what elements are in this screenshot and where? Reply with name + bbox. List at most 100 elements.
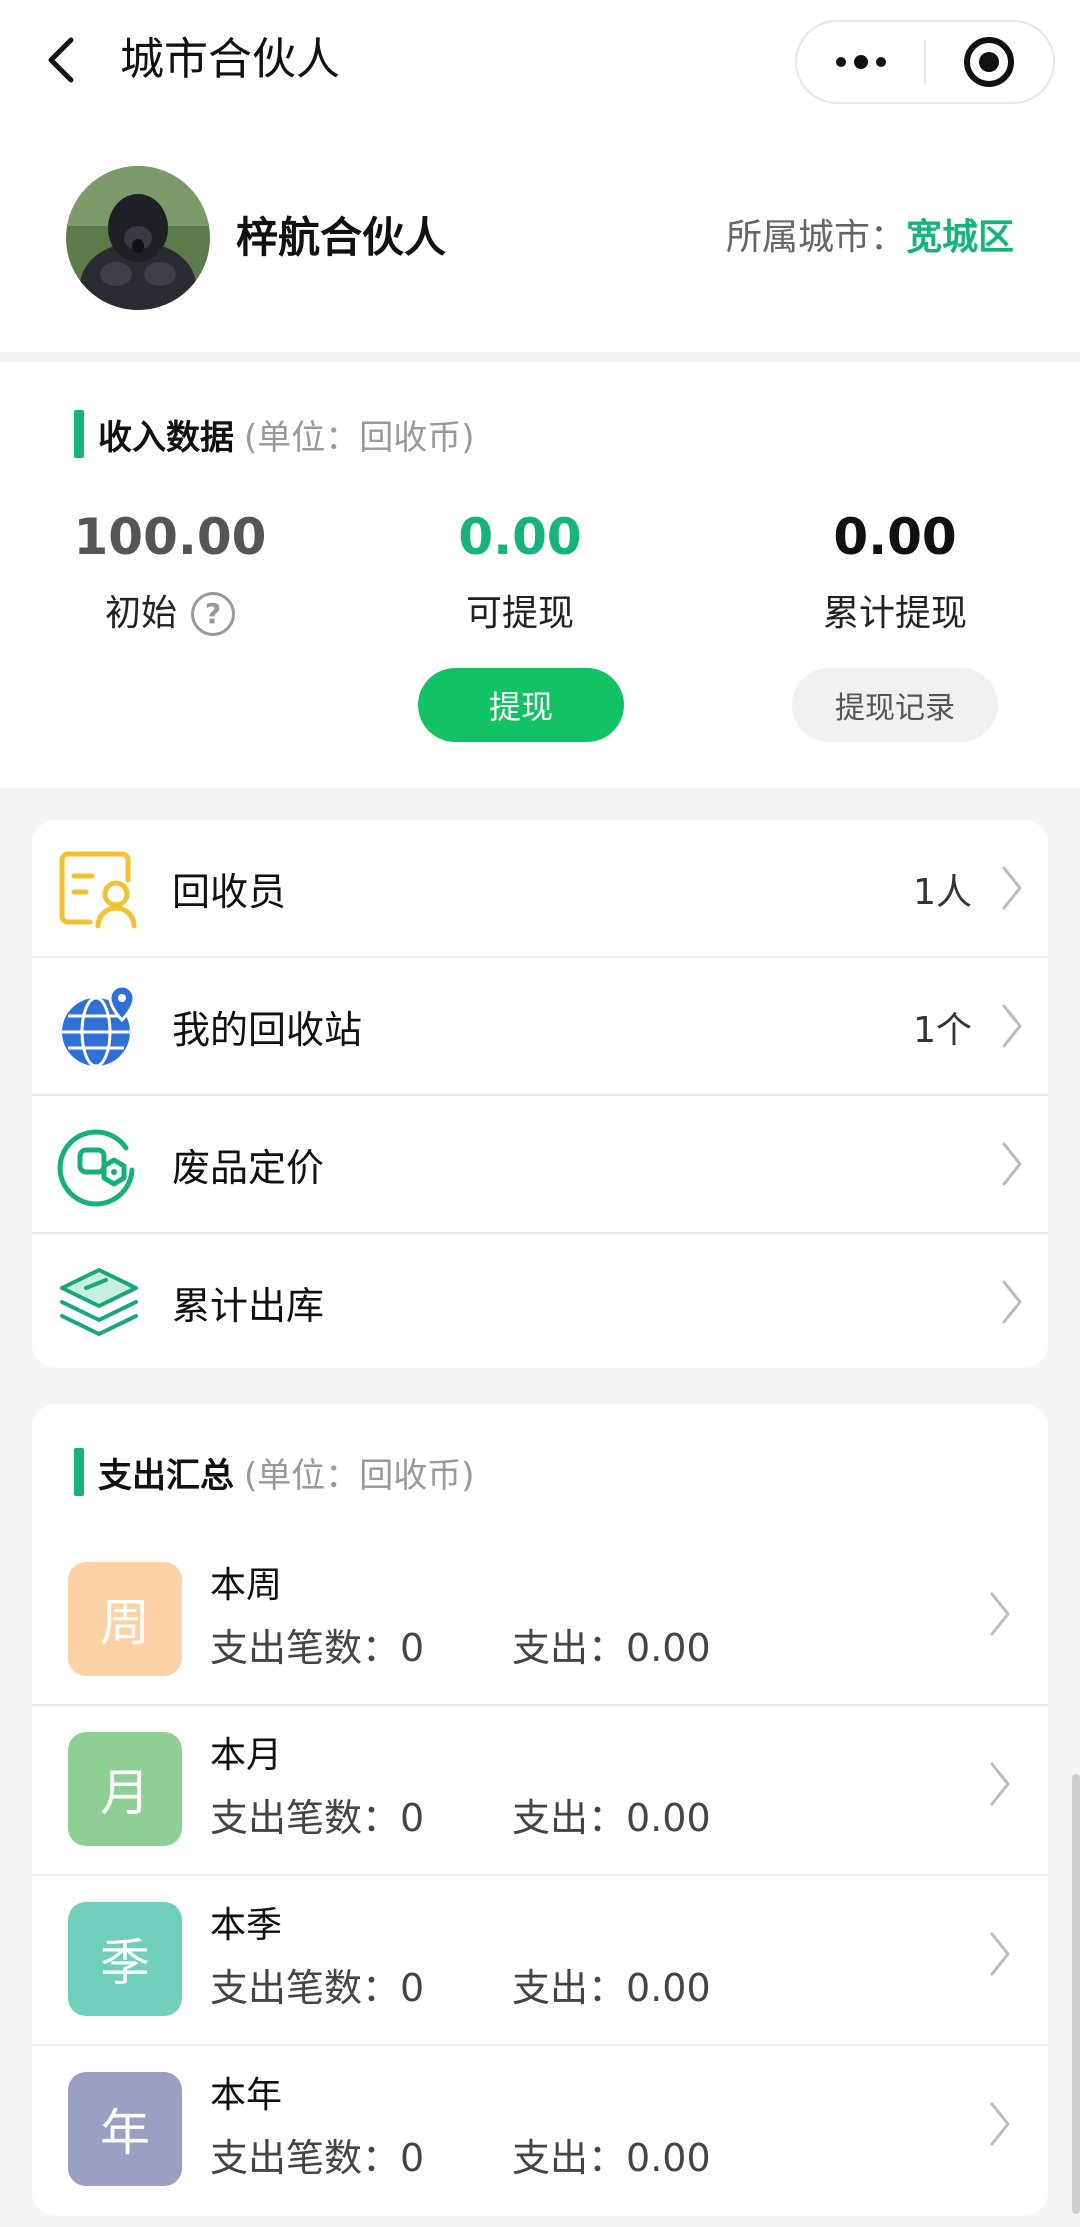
recycler-id-card-icon (59, 851, 137, 929)
income-title: 收入数据 (98, 417, 234, 458)
month-badge: 月 (68, 1732, 182, 1846)
expense-section-title: 支出汇总 (单位：回收币) (74, 1444, 475, 1500)
menu-item-label: 我的回收站 (172, 1008, 363, 1052)
partner-name: 梓航合伙人 (236, 213, 447, 262)
year-badge: 年 (68, 2072, 182, 2186)
expense-count-value: 0 (400, 1796, 425, 1840)
expense-row-title: 本年 (210, 2075, 283, 2116)
chevron-right-icon (990, 1762, 1010, 1806)
stat-withdrawable: 0.00 可提现 (410, 502, 630, 644)
nav-bar: 城市合伙人 (0, 0, 1080, 124)
initial-value: 100.00 (73, 508, 267, 566)
profile-header: 梓航合伙人 所属城市：宽城区 (0, 124, 1080, 352)
expense-row-quarter[interactable]: 季 本季 支出笔数：0 支出：0.00 (32, 1882, 1048, 2052)
stacked-layers-icon (60, 1268, 138, 1336)
chevron-right-icon (990, 2102, 1010, 2146)
expense-amount-value: 0.00 (626, 2136, 711, 2180)
expense-divider (32, 1704, 1048, 1706)
title-accent-bar (74, 1448, 84, 1496)
expense-amount: 支出：0.00 (512, 1790, 711, 1846)
chevron-right-icon (1002, 1280, 1022, 1324)
back-button[interactable] (38, 30, 82, 90)
initial-label-row: 初始 ? (60, 584, 280, 644)
chevron-right-icon (990, 1592, 1010, 1636)
avatar (66, 166, 210, 310)
withdrawable-label: 可提现 (465, 593, 574, 634)
menu-item-count: 1个 (913, 1009, 972, 1051)
expense-row-year[interactable]: 年 本年 支出笔数：0 支出：0.00 (32, 2052, 1048, 2216)
more-button[interactable] (797, 20, 924, 104)
expense-amount: 支出：0.00 (512, 2130, 711, 2186)
menu-item-recyclers[interactable]: 回收员 1人 (32, 820, 1048, 957)
expense-summary-card: 支出汇总 (单位：回收币) 周 本周 支出笔数：0 支出：0.00 月 本月 支… (32, 1404, 1048, 2216)
expense-row-title: 本季 (210, 1905, 283, 1946)
expense-count: 支出笔数：0 (210, 1960, 424, 2016)
price-tag-icon (57, 1129, 135, 1207)
expense-unit: (单位：回收币) (244, 1455, 475, 1496)
total-withdrawn-value: 0.00 (833, 508, 957, 566)
chevron-right-icon (1002, 1142, 1022, 1186)
expense-count: 支出笔数：0 (210, 2130, 424, 2186)
income-section-title: 收入数据 (单位：回收币) (74, 406, 475, 462)
expense-count: 支出笔数：0 (210, 1790, 424, 1846)
withdraw-record-button[interactable]: 提现记录 (792, 668, 998, 742)
menu-item-label: 废品定价 (172, 1146, 325, 1190)
menu-item-my-stations[interactable]: 我的回收站 1个 (32, 958, 1048, 1095)
withdrawable-value: 0.00 (458, 508, 582, 566)
expense-count-label: 支出笔数： (210, 1966, 401, 2010)
more-dots-icon (835, 55, 886, 69)
income-unit: (单位：回收币) (244, 417, 475, 458)
menu-item-total-outbound[interactable]: 累计出库 (32, 1234, 1048, 1368)
expense-count-value: 0 (400, 2136, 425, 2180)
chevron-left-icon (48, 37, 74, 83)
expense-row-title: 本周 (210, 1565, 283, 1606)
target-circle-icon (964, 37, 1015, 87)
city-value: 宽城区 (905, 217, 1014, 258)
stat-total-withdrawn: 0.00 累计提现 (775, 502, 1015, 644)
income-section: 收入数据 (单位：回收币) 100.00 初始 ? 0.00 可提现 0.00 … (0, 362, 1080, 788)
menu-item-label: 回收员 (172, 870, 287, 914)
withdraw-button[interactable]: 提现 (418, 668, 624, 742)
menu-card: 回收员 1人 我的回收站 1个 废品定价 累计出库 (32, 820, 1048, 1368)
close-mini-program-button[interactable] (926, 20, 1053, 104)
mini-program-capsule (795, 20, 1055, 104)
expense-count: 支出笔数：0 (210, 1620, 424, 1676)
expense-row-title: 本月 (210, 1735, 283, 1776)
expense-amount-label: 支出： (512, 1966, 627, 2010)
menu-item-count: 1人 (913, 871, 972, 913)
chevron-right-icon (990, 1932, 1010, 1976)
page-title: 城市合伙人 (120, 34, 340, 85)
expense-row-month[interactable]: 月 本月 支出笔数：0 支出：0.00 (32, 1712, 1048, 1882)
scrollbar-thumb[interactable] (1072, 1774, 1080, 2214)
chevron-right-icon (1002, 866, 1022, 910)
expense-amount-value: 0.00 (626, 1966, 711, 2010)
city-info: 所属城市：宽城区 (726, 208, 1014, 268)
help-icon[interactable]: ? (191, 592, 235, 636)
initial-label: 初始 (104, 593, 177, 634)
total-withdrawn-label: 累计提现 (822, 593, 967, 634)
expense-amount-label: 支出： (512, 2136, 627, 2180)
expense-amount: 支出：0.00 (512, 1620, 711, 1676)
title-accent-bar (74, 410, 84, 458)
chevron-right-icon (1002, 1004, 1022, 1048)
expense-count-value: 0 (400, 1626, 425, 1670)
expense-count-label: 支出笔数： (210, 1626, 401, 1670)
city-label: 所属城市： (725, 217, 906, 258)
expense-row-week[interactable]: 周 本周 支出笔数：0 支出：0.00 (32, 1542, 1048, 1712)
expense-count-label: 支出笔数： (210, 1796, 401, 1840)
globe-pin-icon (62, 984, 136, 1068)
expense-title: 支出汇总 (98, 1455, 234, 1496)
quarter-badge: 季 (68, 1902, 182, 2016)
expense-amount-value: 0.00 (626, 1626, 711, 1670)
stat-initial: 100.00 初始 ? (60, 502, 280, 644)
expense-count-value: 0 (400, 1966, 425, 2010)
expense-amount: 支出：0.00 (512, 1960, 711, 2016)
expense-amount-value: 0.00 (626, 1796, 711, 1840)
menu-item-waste-pricing[interactable]: 废品定价 (32, 1096, 1048, 1233)
expense-amount-label: 支出： (512, 1626, 627, 1670)
menu-item-label: 累计出库 (172, 1284, 325, 1328)
week-badge: 周 (68, 1562, 182, 1676)
expense-divider (32, 1874, 1048, 1876)
expense-count-label: 支出笔数： (210, 2136, 401, 2180)
expense-amount-label: 支出： (512, 1796, 627, 1840)
